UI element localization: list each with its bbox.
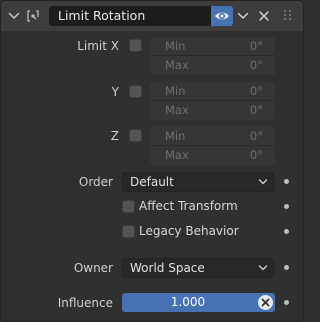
max-value: 0° bbox=[249, 148, 263, 162]
constraint-name-field[interactable]: Limit Rotation bbox=[49, 6, 211, 26]
chevron-down-icon bbox=[258, 179, 268, 185]
order-label: Order bbox=[78, 175, 113, 189]
constraint-icon bbox=[25, 8, 41, 24]
keyframe-dot-icon[interactable] bbox=[284, 204, 289, 209]
influence-label: Influence bbox=[57, 296, 113, 310]
min-label: Min bbox=[165, 129, 186, 143]
chevron-down-icon[interactable] bbox=[6, 8, 22, 24]
owner-label: Owner bbox=[73, 261, 113, 275]
grip-icon[interactable] bbox=[284, 10, 294, 22]
limit-x-min-field[interactable]: Min 0° bbox=[150, 37, 275, 56]
max-label: Max bbox=[165, 148, 189, 162]
limit-x-max-field[interactable]: Max 0° bbox=[150, 56, 275, 75]
keyframe-dot-icon[interactable] bbox=[284, 179, 289, 184]
limit-y-label: Y bbox=[111, 85, 119, 99]
max-value: 0° bbox=[249, 103, 263, 117]
clear-icon[interactable] bbox=[258, 295, 273, 310]
keyframe-dot-icon[interactable] bbox=[284, 229, 289, 234]
max-label: Max bbox=[165, 103, 189, 117]
keyframe-dot-icon[interactable] bbox=[284, 265, 289, 270]
max-label: Max bbox=[165, 58, 189, 72]
min-value: 0° bbox=[249, 39, 263, 53]
constraint-header: Limit Rotation bbox=[1, 1, 303, 31]
close-icon[interactable] bbox=[256, 8, 272, 24]
limit-z-label: Z bbox=[110, 129, 119, 143]
min-value: 0° bbox=[249, 84, 263, 98]
influence-slider[interactable]: 1.000 bbox=[122, 293, 275, 312]
chevron-down-icon bbox=[258, 265, 268, 271]
limit-y-max-field[interactable]: Max 0° bbox=[150, 101, 275, 120]
legacy-behavior-label: Legacy Behavior bbox=[139, 224, 239, 238]
min-label: Min bbox=[165, 39, 186, 53]
limit-x-label: Limit X bbox=[77, 39, 119, 53]
owner-space-select[interactable]: World Space bbox=[122, 258, 274, 278]
visibility-toggle[interactable] bbox=[211, 6, 233, 26]
owner-value: World Space bbox=[130, 261, 205, 275]
limit-x-checkbox[interactable] bbox=[129, 39, 142, 52]
eye-icon bbox=[215, 12, 229, 20]
limit-y-checkbox[interactable] bbox=[129, 85, 142, 98]
order-select[interactable]: Default bbox=[122, 172, 274, 192]
affect-transform-checkbox[interactable] bbox=[122, 200, 135, 213]
affect-transform-label: Affect Transform bbox=[139, 199, 238, 213]
legacy-behavior-checkbox[interactable] bbox=[122, 225, 135, 238]
influence-value: 1.000 bbox=[170, 295, 206, 309]
min-label: Min bbox=[165, 84, 186, 98]
limit-z-max-field[interactable]: Max 0° bbox=[150, 146, 275, 165]
max-value: 0° bbox=[249, 58, 263, 72]
limit-z-min-field[interactable]: Min 0° bbox=[150, 127, 275, 146]
menu-chevron-icon[interactable] bbox=[235, 8, 251, 24]
min-value: 0° bbox=[249, 129, 263, 143]
limit-y-min-field[interactable]: Min 0° bbox=[150, 82, 275, 101]
order-value: Default bbox=[130, 175, 174, 189]
limit-z-checkbox[interactable] bbox=[129, 129, 142, 142]
constraint-panel: Limit Rotation Limit X Min 0° Max 0° Y M… bbox=[0, 0, 304, 322]
keyframe-dot-icon[interactable] bbox=[284, 300, 289, 305]
